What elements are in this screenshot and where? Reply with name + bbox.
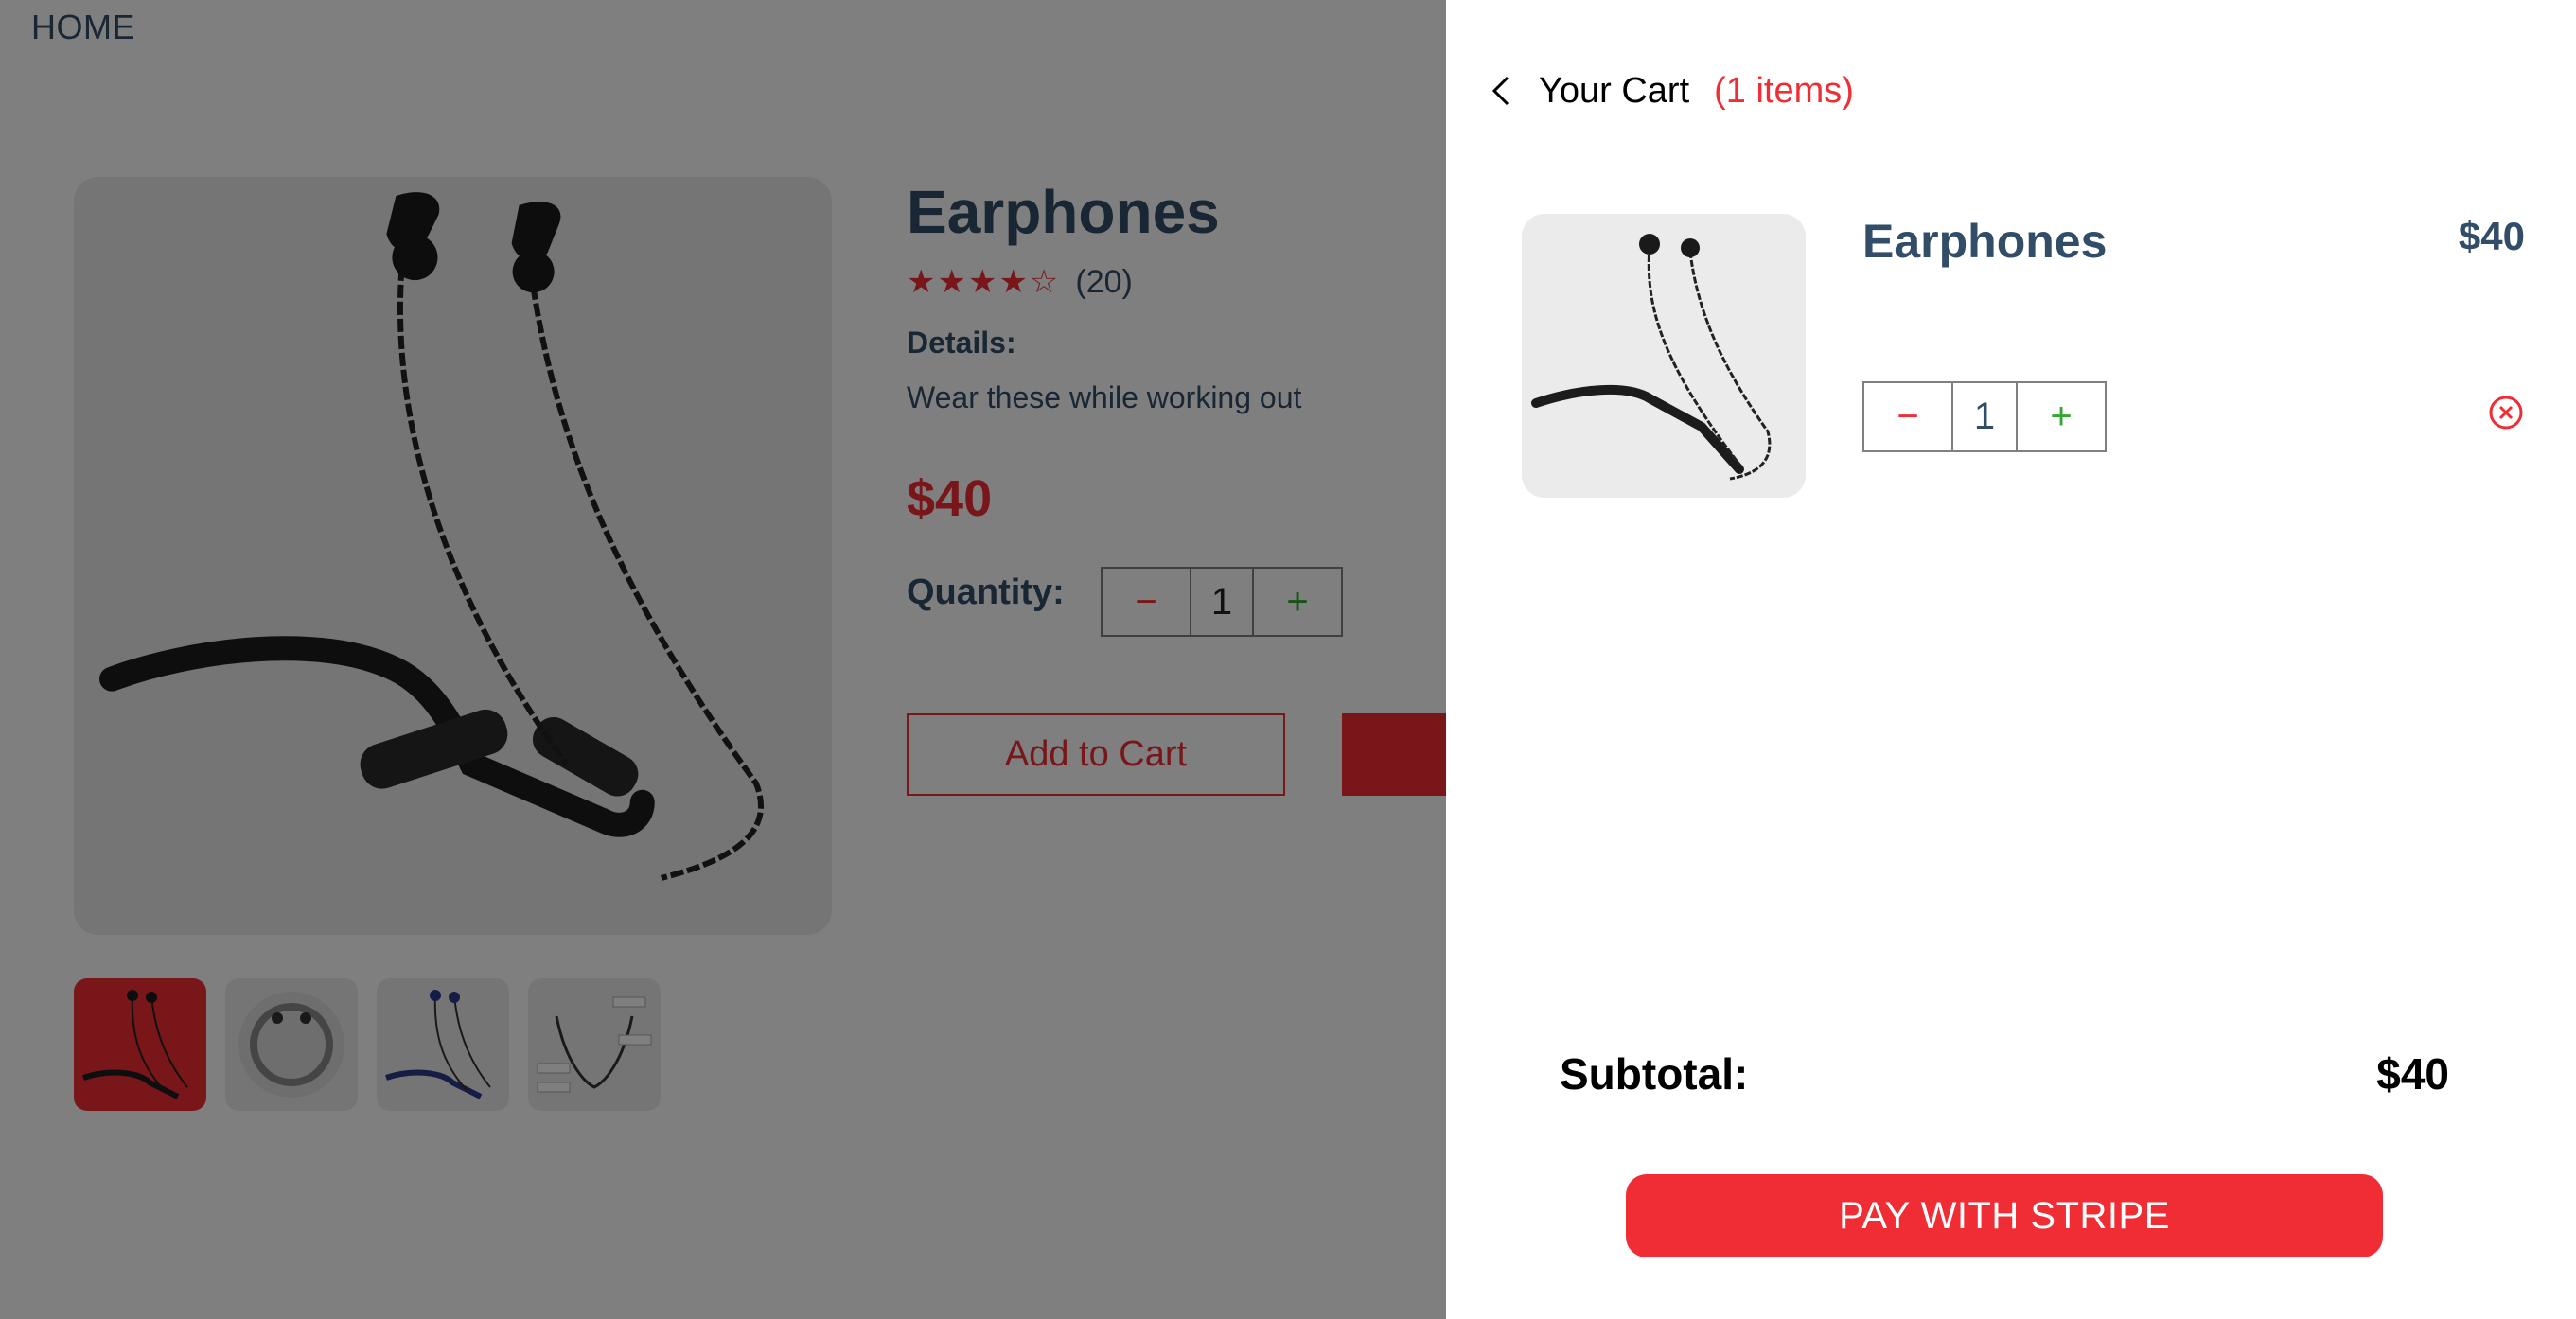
pay-with-stripe-button[interactable]: PAY WITH STRIPE — [1626, 1174, 2383, 1257]
cart-decrease-quantity-button[interactable]: − — [1864, 383, 1953, 450]
remove-circle-icon[interactable] — [2487, 394, 2525, 431]
cart-item-image — [1522, 214, 1806, 498]
cart-quantity-value: 1 — [1953, 383, 2018, 450]
cart-panel: Your Cart (1 items) Earphones $40 − 1 + … — [1446, 0, 2576, 1319]
cart-item-count: (1 items) — [1714, 70, 1854, 111]
neckband-earphones-image — [1531, 234, 1772, 481]
chevron-left-icon[interactable] — [1484, 66, 1518, 115]
cart-increase-quantity-button[interactable]: + — [2018, 383, 2105, 450]
cart-header[interactable]: Your Cart (1 items) — [1484, 66, 1854, 115]
cart-heading: Your Cart — [1539, 70, 1690, 111]
subtotal-value: $40 — [2376, 1049, 2449, 1099]
cart-item-price: $40 — [2458, 214, 2525, 258]
subtotal-label: Subtotal: — [1560, 1049, 1749, 1099]
cart-quantity-stepper: − 1 + — [1862, 381, 2107, 452]
cart-item-name: Earphones — [1862, 215, 2108, 268]
